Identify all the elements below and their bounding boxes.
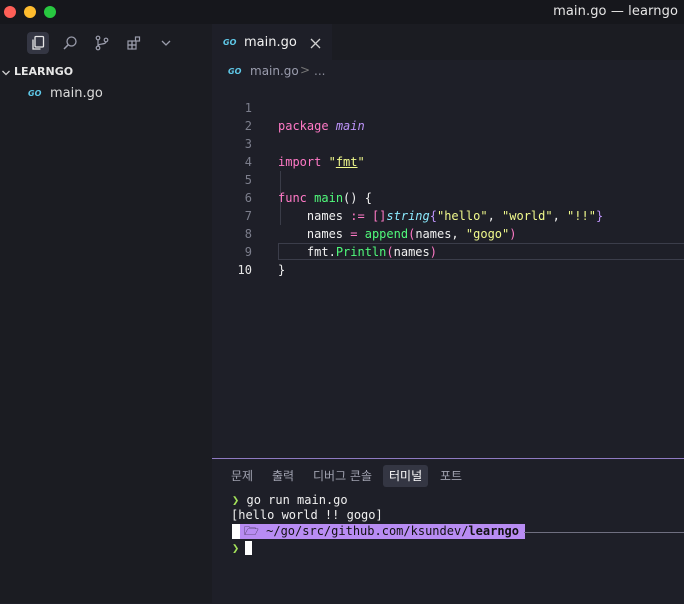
cwd-path-prefix: ~/go/src/github.com/ksundev/ <box>266 524 469 538</box>
terminal-line: ❯ go run main.go <box>232 493 684 508</box>
go-file-icon: GO <box>28 89 42 98</box>
window-title: main.go — learngo <box>553 4 678 19</box>
tab-main-go[interactable]: GO main.go <box>212 24 332 60</box>
line-number: 10 <box>237 263 252 277</box>
explorer-section-header[interactable]: LEARNGO <box>0 63 212 81</box>
tab-problems[interactable]: 문제 <box>231 465 253 487</box>
explorer-icon[interactable] <box>27 32 49 54</box>
extensions-icon[interactable] <box>123 32 145 54</box>
code-line: 4 <box>212 135 684 169</box>
folder-icon: 🗁 <box>244 524 259 538</box>
file-name: main.go <box>50 86 103 101</box>
terminal-output: [hello world !! gogo] <box>231 508 383 522</box>
code-line: 7 names = append(names, "gogo") <box>212 189 684 241</box>
prompt-symbol: ❯ <box>232 493 240 507</box>
go-file-icon: GO <box>228 67 242 76</box>
cwd-path-dir: learngo <box>468 524 519 538</box>
tab-label: main.go <box>244 35 297 50</box>
more-chevron-icon[interactable] <box>155 32 177 54</box>
code-line: 6 names := []string{"hello", "world", "!… <box>212 171 684 223</box>
code-line: 1 package main <box>212 81 684 133</box>
minimize-window-button[interactable] <box>24 6 36 18</box>
code-line-current: 10 <box>212 243 684 277</box>
code-line: 9 } <box>212 225 684 277</box>
tab-terminal[interactable]: 터미널 <box>383 465 429 487</box>
chevron-down-icon <box>1 65 11 83</box>
code-line: 2 <box>212 99 684 133</box>
explorer-section-title: LEARNGO <box>14 65 74 78</box>
code-line: 3 import "fmt" <box>212 117 684 169</box>
activity-bar <box>0 24 212 61</box>
code-editor[interactable]: 1 package main 2 3 import "fmt" 4 5 func… <box>212 81 684 277</box>
close-icon[interactable] <box>310 36 321 54</box>
editor-tab-strip: GO main.go <box>212 24 684 60</box>
code-line: 5 func main() { <box>212 153 684 205</box>
terminal-command: go run main.go <box>246 493 348 507</box>
apple-icon <box>232 524 240 539</box>
title-bar: main.go — learngo <box>0 0 684 24</box>
breadcrumb-separator: > <box>300 63 311 77</box>
breadcrumb-file[interactable]: main.go <box>250 64 299 78</box>
terminal-cursor <box>245 541 253 555</box>
terminal-input-line[interactable]: ❯ <box>232 541 684 556</box>
prompt-separator-line <box>524 532 684 533</box>
current-line-highlight <box>278 243 684 260</box>
close-window-button[interactable] <box>4 6 16 18</box>
editor-area: GO main.go GO main.go > ... 1 package ma… <box>212 24 684 458</box>
code-punctuation: } <box>278 263 286 277</box>
prompt-symbol: ❯ <box>232 541 240 555</box>
tab-output[interactable]: 출력 <box>272 465 294 487</box>
zoom-window-button[interactable] <box>44 6 56 18</box>
terminal[interactable]: ❯ go run main.go [hello world !! gogo] 🗁… <box>231 493 684 556</box>
file-item-main-go[interactable]: GO main.go <box>0 84 212 104</box>
tab-ports[interactable]: 포트 <box>440 465 462 487</box>
terminal-prompt-line: 🗁 ~/go/src/github.com/ksundev/learngo <box>232 524 684 539</box>
bottom-panel: 문제 출력 디버그 콘솔 터미널 포트 ❯ go run main.go [he… <box>212 458 684 604</box>
sidebar: LEARNGO GO main.go <box>0 24 212 603</box>
code-line: 8 fmt.Println(names) <box>212 207 684 259</box>
go-file-icon: GO <box>223 38 237 47</box>
breadcrumb-symbols[interactable]: ... <box>314 64 325 78</box>
search-icon[interactable] <box>59 32 81 54</box>
panel-tabs: 문제 출력 디버그 콘솔 터미널 포트 <box>212 465 684 487</box>
source-control-icon[interactable] <box>91 32 113 54</box>
tab-debug-console[interactable]: 디버그 콘솔 <box>313 465 372 487</box>
